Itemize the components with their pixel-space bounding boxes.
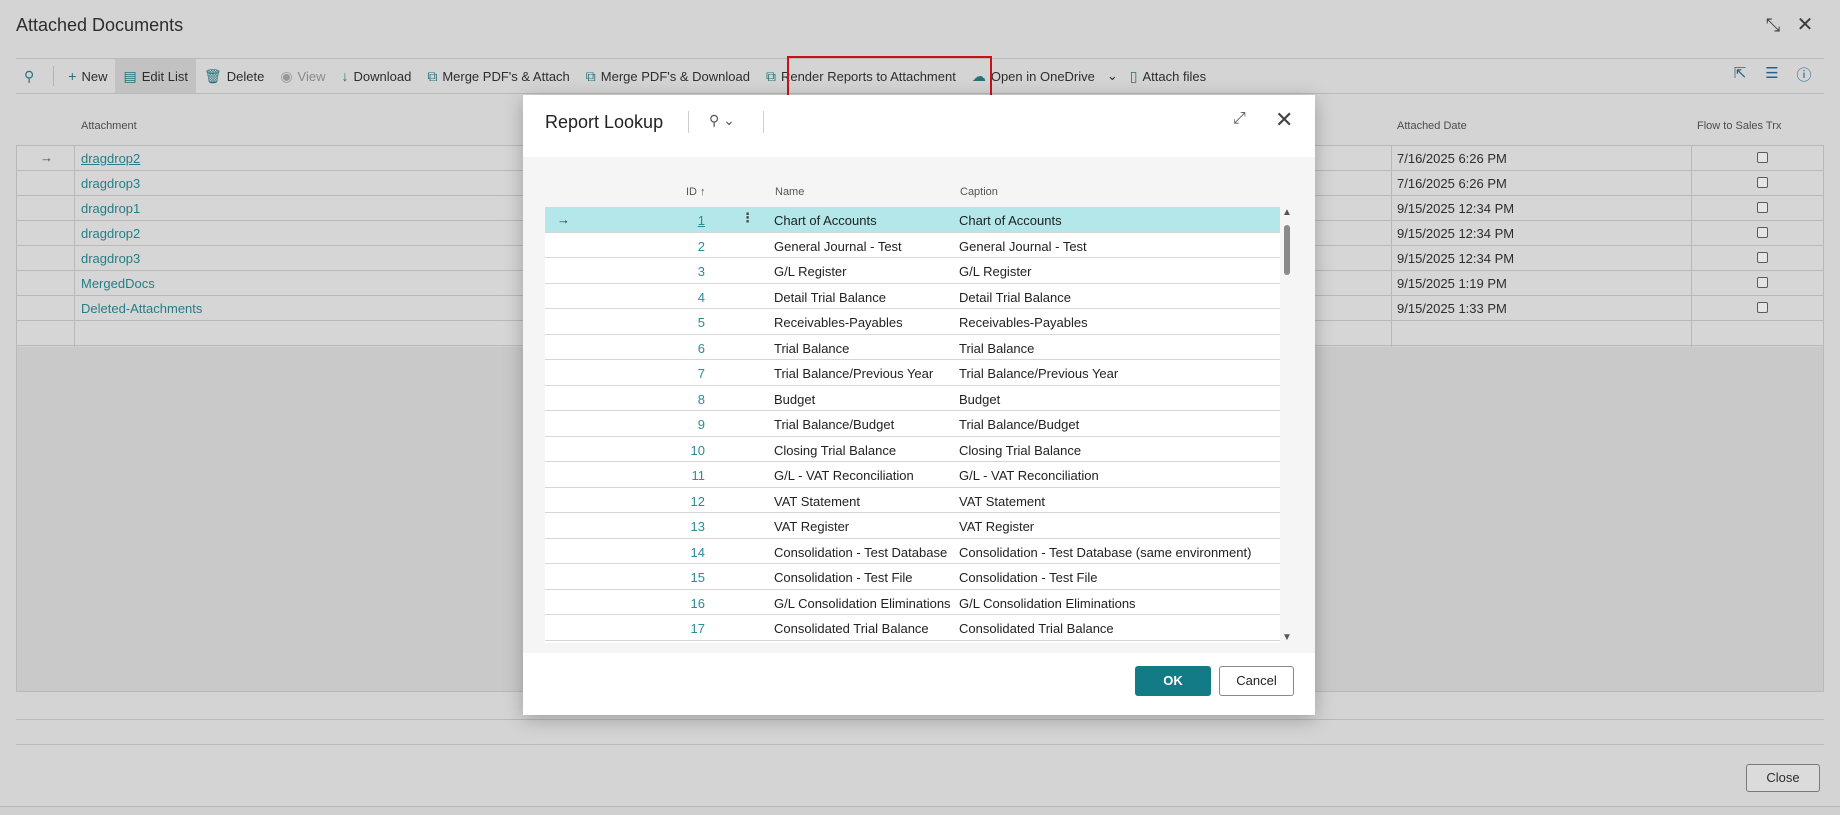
list-item[interactable]: → ⋮ 1 Chart of Accounts Chart of Accounts	[545, 207, 1280, 233]
report-id[interactable]: 13	[645, 519, 705, 534]
report-caption: VAT Statement	[959, 493, 1045, 509]
ok-button[interactable]: OK	[1135, 666, 1211, 696]
report-name: Consolidated Trial Balance	[774, 621, 929, 636]
report-name: Budget	[774, 391, 816, 407]
report-id[interactable]: 8	[645, 392, 705, 407]
report-caption: Trial Balance/Previous Year	[959, 366, 1119, 381]
report-id[interactable]: 9	[645, 417, 705, 432]
list-item[interactable]: 17 Consolidated Trial Balance Consolidated…	[545, 615, 1280, 641]
column-header-id[interactable]: ID ↑	[686, 186, 706, 198]
report-id[interactable]: 5	[645, 315, 705, 330]
report-name: Closing Trial Balance	[774, 442, 897, 458]
report-list: → ⋮ 1 Chart of Accounts Chart of Accounts 2 Ge…	[545, 207, 1280, 643]
report-id[interactable]: 2	[645, 239, 705, 254]
list-item[interactable]: 2 General Journal - Test General Journal -…	[545, 233, 1280, 258]
report-name: Receivables-Payables	[774, 315, 903, 330]
list-item[interactable]: 3 G/L Register G/L Register	[545, 258, 1280, 284]
report-caption: Trial Balance/Budget	[959, 417, 1080, 432]
report-caption: VAT Register	[959, 519, 1035, 534]
report-name: G/L Consolidation Eliminations	[774, 595, 951, 611]
row-arrow-icon: →	[557, 212, 570, 227]
report-id[interactable]: 7	[645, 366, 705, 381]
report-name: Chart of Accounts	[774, 213, 877, 228]
expand-icon[interactable]: ⤢	[1233, 110, 1246, 128]
report-id[interactable]: 4	[645, 290, 705, 305]
list-item[interactable]: 18Consolidated Trial Balance (4)Consolid…	[545, 641, 1280, 644]
report-id[interactable]: 3	[645, 264, 705, 279]
report-name: Trial Balance/Previous Year	[774, 366, 934, 381]
report-caption: Consolidation - Test Database (same envi…	[959, 544, 1252, 560]
report-id[interactable]: 1	[645, 213, 705, 228]
list-item[interactable]: 8 Budget Budget	[545, 386, 1280, 411]
report-caption: Receivables-Payables	[959, 315, 1088, 330]
report-name: VAT Statement	[774, 493, 860, 509]
report-name: General Journal - Test	[774, 238, 902, 254]
list-item[interactable]: 7 Trial Balance/Previous Year Trial Balanc…	[545, 360, 1280, 386]
report-caption: G/L Consolidation Eliminations	[959, 595, 1136, 611]
report-name: Detail Trial Balance	[774, 289, 886, 305]
list-item[interactable]: 14 Consolidation - Test Database Consolida…	[545, 539, 1280, 564]
report-caption: Trial Balance	[959, 340, 1035, 356]
report-name: Trial Balance/Budget	[774, 417, 895, 432]
report-caption: Closing Trial Balance	[959, 442, 1082, 458]
report-caption: G/L Register	[959, 264, 1032, 279]
report-name: VAT Register	[774, 519, 850, 534]
list-item[interactable]: 9 Trial Balance/Budget Trial Balance/Budge…	[545, 411, 1280, 437]
dialog-title: Report Lookup	[545, 112, 664, 132]
report-name: Consolidation - Test File	[774, 570, 913, 585]
report-lookup-dialog: Report Lookup ⚲ ⌄ ⤢ ✕ ID ↑ Name Caption …	[523, 95, 1315, 715]
list-item[interactable]: 15 Consolidation - Test File Consolidation…	[545, 564, 1280, 590]
report-id[interactable]: 6	[645, 341, 705, 356]
cancel-button[interactable]: Cancel	[1219, 666, 1294, 696]
report-id[interactable]: 10	[645, 443, 705, 458]
report-caption: General Journal - Test	[959, 238, 1087, 254]
list-item[interactable]: 4 Detail Trial Balance Detail Trial Balanc…	[545, 284, 1280, 309]
report-id[interactable]: 17	[645, 621, 705, 636]
list-item[interactable]: 12 VAT Statement VAT Statement	[545, 488, 1280, 513]
report-name: G/L - VAT Reconciliation	[774, 468, 914, 483]
report-id[interactable]: 14	[645, 545, 705, 560]
scroll-thumb[interactable]	[1284, 225, 1290, 275]
vertical-scrollbar[interactable]: ▲ ▼	[1281, 207, 1293, 643]
scroll-up-arrow-icon[interactable]: ▲	[1282, 207, 1292, 218]
list-item[interactable]: 16 G/L Consolidation Eliminations G/L Cons…	[545, 590, 1280, 615]
report-caption: Consolidated Trial Balance	[959, 621, 1114, 636]
report-caption: G/L - VAT Reconciliation	[959, 468, 1099, 483]
list-item[interactable]: 6 Trial Balance Trial Balance	[545, 335, 1280, 360]
report-caption: Budget	[959, 391, 1001, 407]
search-icon[interactable]: ⚲ ⌄	[709, 112, 735, 129]
report-name: Trial Balance	[774, 340, 850, 356]
list-item[interactable]: 5 Receivables-Payables Receivables-Payable…	[545, 309, 1280, 335]
more-options-icon[interactable]: ⋮	[741, 210, 754, 226]
list-item[interactable]: 10 Closing Trial Balance Closing Trial Bal…	[545, 437, 1280, 462]
report-id[interactable]: 12	[645, 494, 705, 509]
scroll-down-arrow-icon[interactable]: ▼	[1282, 632, 1292, 643]
report-id[interactable]: 15	[645, 570, 705, 585]
report-id[interactable]: 16	[645, 596, 705, 611]
column-header-name[interactable]: Name	[775, 186, 804, 198]
report-name: Consolidation - Test Database	[774, 544, 948, 560]
dialog-close-icon[interactable]: ✕	[1275, 107, 1293, 133]
report-caption: Chart of Accounts	[959, 213, 1062, 228]
report-caption: Detail Trial Balance	[959, 289, 1071, 305]
report-name: G/L Register	[774, 264, 847, 279]
column-header-caption[interactable]: Caption	[960, 186, 998, 198]
report-caption: Consolidation - Test File	[959, 570, 1098, 585]
report-id[interactable]: 11	[645, 468, 706, 483]
list-item[interactable]: 13 VAT Register VAT Register	[545, 513, 1280, 539]
list-item[interactable]: 11 G/L - VAT Reconciliation G/L - VAT Reco…	[545, 462, 1280, 488]
